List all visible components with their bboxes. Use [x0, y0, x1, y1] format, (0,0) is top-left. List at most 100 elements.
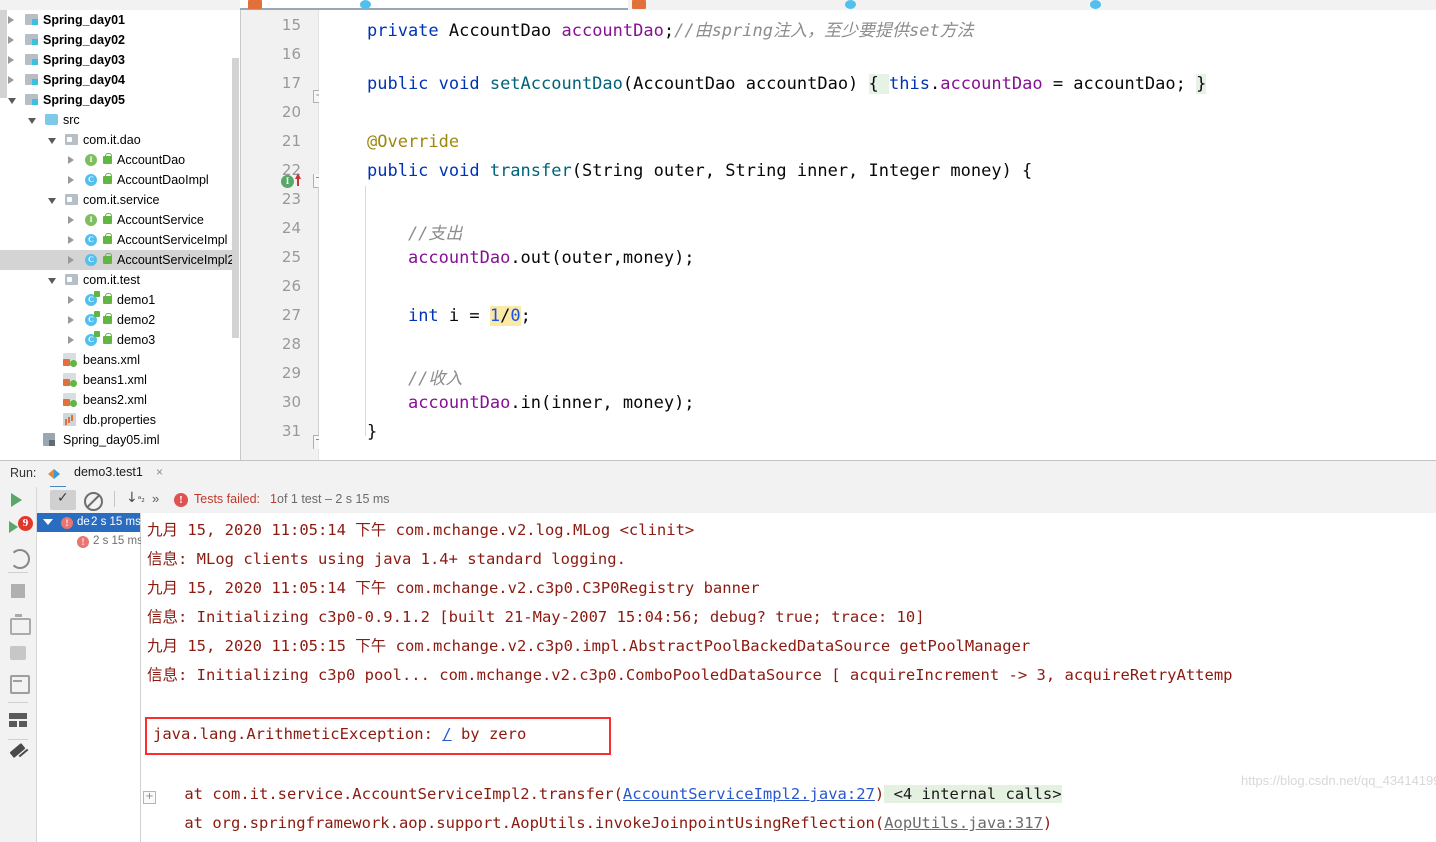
code-line-22[interactable]: public void transfer(String outer, Strin… [367, 161, 1032, 181]
chevron-right-icon[interactable] [68, 336, 74, 344]
console-line: 信息: Initializing c3p0-0.9.1.2 [built 21-… [147, 608, 925, 626]
line-number: 27 [281, 306, 301, 324]
tree-item-db-properties[interactable]: db.properties [0, 410, 240, 430]
code-line-25[interactable]: accountDao.out(outer,money); [367, 248, 695, 268]
tree-item-demo1[interactable]: Cdemo1 [0, 290, 240, 310]
tree-item-label: Spring_day04 [43, 73, 125, 87]
rerun-automatically-icon[interactable] [10, 549, 30, 569]
close-icon[interactable]: × [156, 465, 163, 479]
chevron-down-icon[interactable] [48, 198, 56, 204]
tree-item-accountdaoimpl[interactable]: C AccountDaoImpl [0, 170, 240, 190]
console-output[interactable]: 九月 15, 2020 11:05:14 下午 com.mchange.v2.l… [141, 513, 1436, 842]
code-line-31[interactable]: } [367, 422, 377, 442]
line-number: 29 [281, 364, 301, 382]
console-line: 九月 15, 2020 11:05:15 下午 com.mchange.v2.c… [147, 637, 1031, 655]
tree-item-spring-day02[interactable]: Spring_day02 [0, 30, 240, 50]
tree-item-label: src [63, 113, 80, 127]
test-failed-icon: ! [61, 517, 73, 529]
stop-icon[interactable] [11, 584, 25, 598]
public-access-icon [103, 313, 112, 324]
run-tab-demo3-test1[interactable]: demo3.test1 × [48, 461, 163, 488]
screenshot-icon[interactable] [10, 618, 31, 635]
tree-item-beans2-xml[interactable]: beans2.xml [0, 390, 240, 410]
code-line-29[interactable]: //收入 [367, 364, 462, 389]
tests-failed-suffix: of 1 test – 2 s 15 ms [277, 492, 390, 506]
tree-scrollbar-track[interactable] [232, 10, 240, 460]
code-token: = [469, 306, 490, 326]
test-tree-row[interactable]: ! 2 s 15 ms [37, 532, 143, 551]
override-method-icon[interactable]: I [281, 175, 294, 188]
code-editor[interactable]: 151617202122232425262728293031 + I priva… [241, 10, 1436, 460]
chevron-right-icon[interactable] [68, 316, 74, 324]
chevron-down-icon[interactable] [43, 519, 53, 525]
tree-item-spring-day05-iml[interactable]: Spring_day05.iml [0, 430, 240, 450]
tree-item-accountserviceimpl[interactable]: C AccountServiceImpl [0, 230, 240, 250]
chevron-right-icon[interactable] [8, 76, 14, 84]
tree-item-spring-day03[interactable]: Spring_day03 [0, 50, 240, 70]
chevron-right-icon[interactable] [68, 216, 74, 224]
test-runner-toolbar[interactable]: ↓ᵃ₂ » ! Tests failed: 1 of 1 test – 2 s … [0, 487, 1436, 514]
code-token: //收入 [367, 369, 463, 389]
tree-item-src[interactable]: src [0, 110, 240, 130]
tree-item-spring-day01[interactable]: Spring_day01 [0, 10, 240, 30]
layout-icon-top[interactable] [9, 713, 27, 719]
interface-icon: I [85, 154, 97, 166]
tree-item-demo3[interactable]: Cdemo3 [0, 330, 240, 350]
code-token: ; [520, 306, 531, 326]
tree-item-accountservice[interactable]: I AccountService [0, 210, 240, 230]
test-tree-row[interactable]: ! de 2 s 15 ms [37, 513, 141, 532]
chevron-down-icon[interactable] [48, 138, 56, 144]
tree-item-beans1-xml[interactable]: beans1.xml [0, 370, 240, 390]
chevron-down-icon[interactable] [48, 278, 56, 284]
tree-item-spring-day04[interactable]: Spring_day04 [0, 70, 240, 90]
stack-frame-link[interactable]: AopUtils.java:317 [884, 814, 1043, 832]
chevron-right-icon[interactable] [8, 56, 14, 64]
tree-scrollbar-thumb[interactable] [232, 58, 239, 338]
code-line-17[interactable]: public void setAccountDao(AccountDao acc… [367, 74, 1207, 94]
code-line-15[interactable]: private AccountDao accountDao;//由spring注… [367, 16, 974, 41]
chevron-right-icon[interactable] [68, 256, 74, 264]
rerun-failed-icon[interactable] [9, 521, 18, 533]
run-icon[interactable] [11, 493, 22, 507]
chevron-down-icon[interactable] [28, 118, 36, 124]
tree-item-accountdao[interactable]: I AccountDao [0, 150, 240, 170]
tree-item-com-it-service[interactable]: com.it.service [0, 190, 240, 210]
tree-item-spring-day05[interactable]: Spring_day05 [0, 90, 240, 110]
chevron-right-icon[interactable] [8, 36, 14, 44]
chevron-right-icon[interactable] [8, 16, 14, 24]
code-line-21[interactable]: @Override [367, 132, 459, 152]
tree-item-com-it-dao[interactable]: com.it.dao [0, 130, 240, 150]
code-line-27[interactable]: int i = 1/0; [367, 306, 531, 326]
tree-item-demo2[interactable]: Cdemo2 [0, 310, 240, 330]
project-tree[interactable]: Spring_day01 Spring_day02 Spring_day03 Spri… [0, 10, 241, 460]
chevron-right-icon[interactable] [68, 296, 74, 304]
code-token: @Override [367, 132, 460, 152]
export-icon[interactable] [10, 675, 30, 694]
tree-item-accountserviceimpl2[interactable]: C AccountServiceImpl2 [0, 250, 240, 270]
stack-frame-link[interactable]: AccountServiceImpl2.java:27 [623, 785, 875, 803]
code-text-area[interactable]: private AccountDao accountDao;//由spring注… [319, 10, 1436, 460]
show-passed-tests-toggle[interactable] [50, 490, 76, 510]
tree-item-beans-xml[interactable]: beans.xml [0, 350, 240, 370]
chevron-right-icon[interactable] [68, 156, 74, 164]
chevron-right-icon[interactable] [68, 236, 74, 244]
internal-calls-badge[interactable]: <4 internal calls> [884, 785, 1062, 803]
hide-ignored-tests-icon[interactable] [84, 492, 103, 511]
code-line-24[interactable]: //支出 [367, 219, 462, 244]
test-class-icon: C [85, 311, 100, 326]
more-options-icon[interactable]: » [152, 491, 159, 506]
exception-link[interactable]: / [442, 725, 451, 743]
sort-alphabetically-icon[interactable]: ↓ᵃ₂ [126, 490, 145, 506]
chevron-right-icon[interactable] [68, 176, 74, 184]
chevron-down-icon[interactable] [8, 98, 16, 104]
test-results-tree[interactable]: ! de 2 s 15 ms! 2 s 15 ms [37, 513, 143, 842]
xml-file-icon [63, 353, 77, 367]
tree-item-com-it-test[interactable]: com.it.test [0, 270, 240, 290]
code-token: accountDao [940, 74, 1043, 94]
debug-icon[interactable] [10, 646, 26, 660]
run-side-toolbar[interactable]: 9 [0, 487, 37, 842]
code-line-30[interactable]: accountDao.in(inner, money); [367, 393, 695, 413]
run-tool-window[interactable]: Run: demo3.test1 × ↓ᵃ₂ » ! Tests failed:… [0, 460, 1436, 842]
stack-frame-text: at org.springframework.aop.support.AopUt… [147, 814, 885, 832]
